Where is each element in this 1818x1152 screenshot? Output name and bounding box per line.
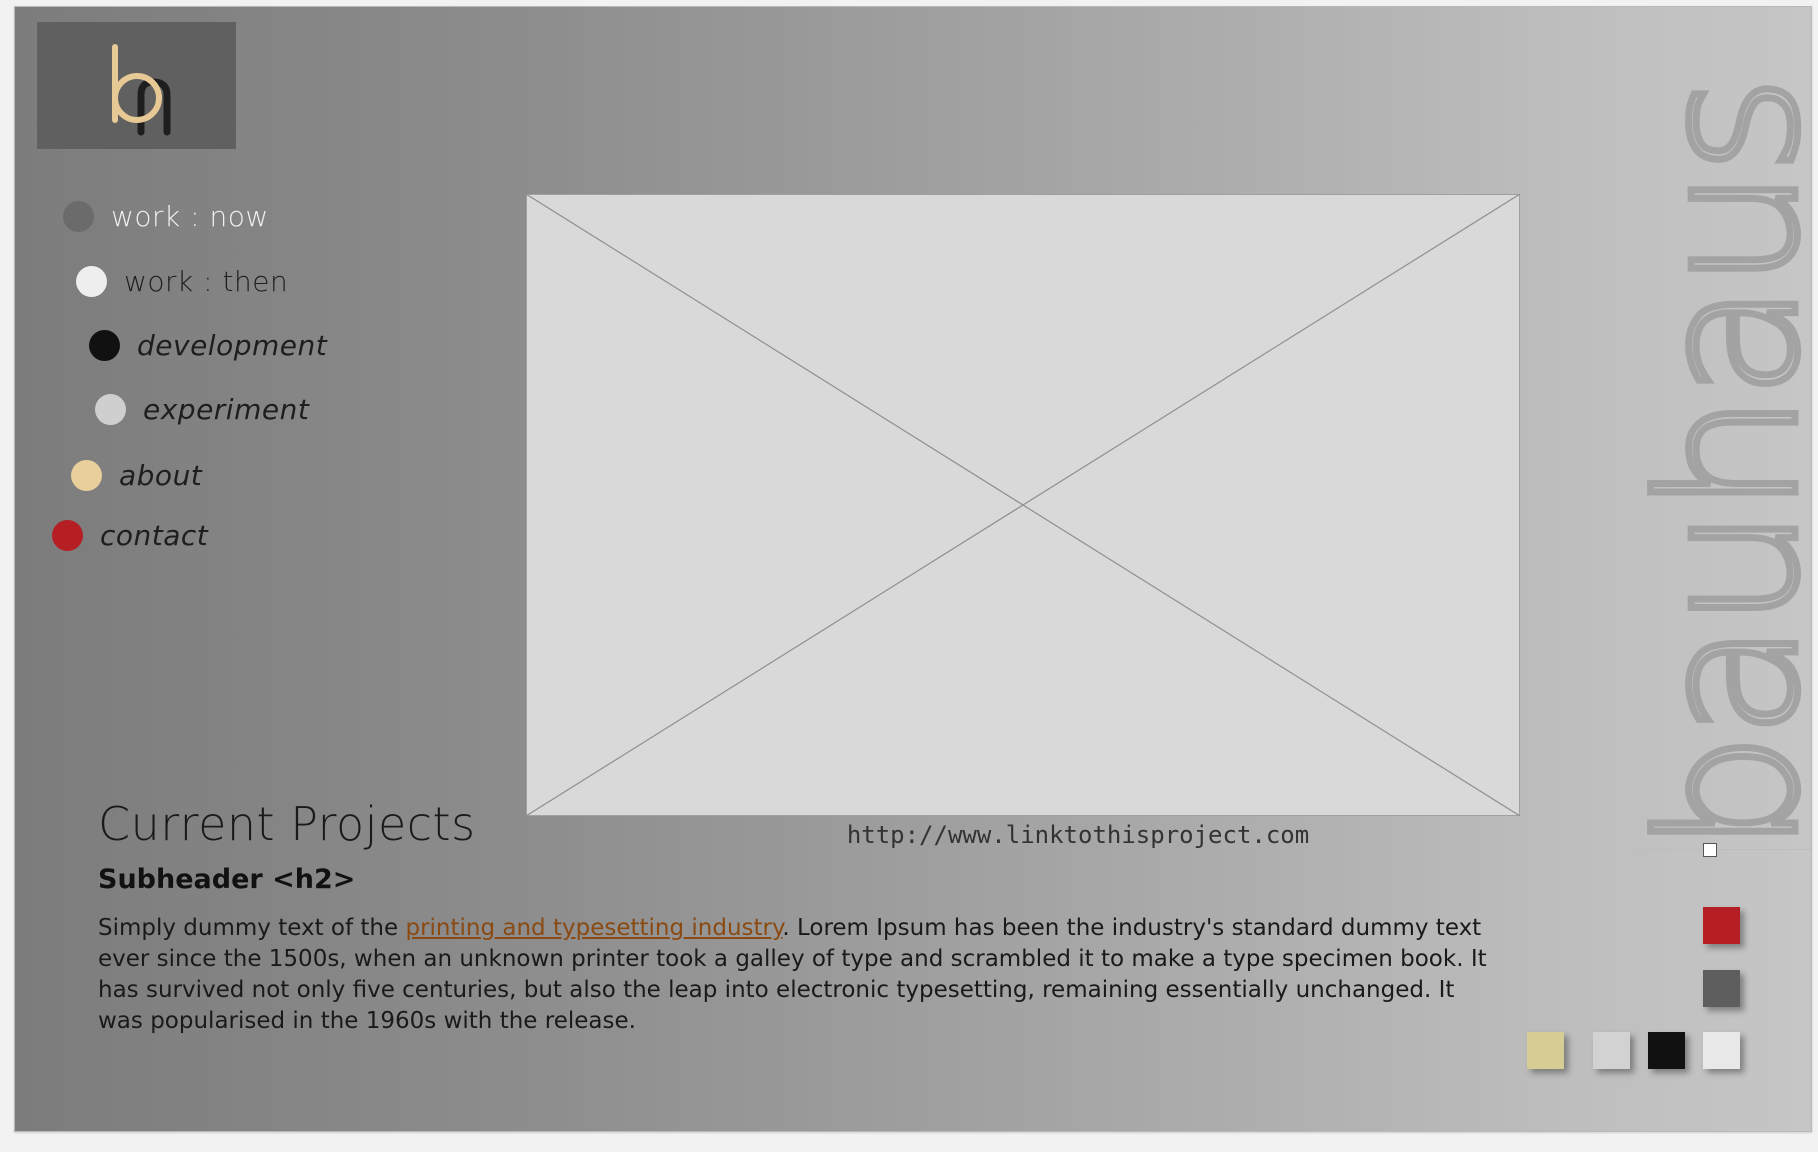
nav-item-label: development [137,328,328,362]
nav-dot-icon [71,459,102,491]
page-title: Current Projects [98,797,476,851]
swatch-light-gray[interactable] [1593,1032,1630,1069]
divider-line [1632,849,1811,850]
nav-item-label: contact [100,518,209,552]
vertical-word-bauhaus: bauhaus [1616,78,1812,857]
nav-item-about[interactable]: about [71,455,202,495]
nav-item-development[interactable]: development [89,325,327,365]
subheader: Subheader <h2> [98,864,356,895]
nav-item-label: work : then [124,264,289,298]
nav-dot-icon [89,329,120,361]
page-canvas: work : now work : then development exper… [14,6,1812,1132]
nav-item-work-now[interactable]: work : now [63,196,269,236]
nav-dot-icon [76,265,107,297]
body-inline-link[interactable]: printing and typesetting industry [405,915,782,941]
nav-item-label: work : now [111,199,269,233]
nav-dot-icon [52,519,83,551]
vertical-word-text: bauhaus [1619,81,1811,853]
body-paragraph: Simply dummy text of the printing and ty… [98,913,1498,1037]
nav-item-experiment[interactable]: experiment [95,389,309,429]
body-text-start: Simply dummy text of the [98,915,406,941]
swatch-black[interactable] [1648,1032,1685,1069]
swatch-red[interactable] [1703,907,1740,944]
swatch-dark-gray[interactable] [1703,970,1740,1007]
nav-item-work-then[interactable]: work : then [76,261,288,301]
image-placeholder-icon [526,194,1520,816]
logo[interactable] [37,22,236,149]
nav-item-contact[interactable]: contact [52,515,208,555]
project-link[interactable]: http://www.linktothisproject.com [526,821,1520,849]
nav-dot-icon [63,200,94,232]
small-square-handle[interactable] [1703,843,1717,857]
swatch-off-white[interactable] [1703,1032,1740,1069]
nav-dot-icon [95,393,126,425]
nav-item-label: experiment [143,392,310,426]
logo-bh-icon [112,44,171,136]
swatch-sand[interactable] [1527,1032,1564,1069]
nav-item-label: about [119,458,203,492]
